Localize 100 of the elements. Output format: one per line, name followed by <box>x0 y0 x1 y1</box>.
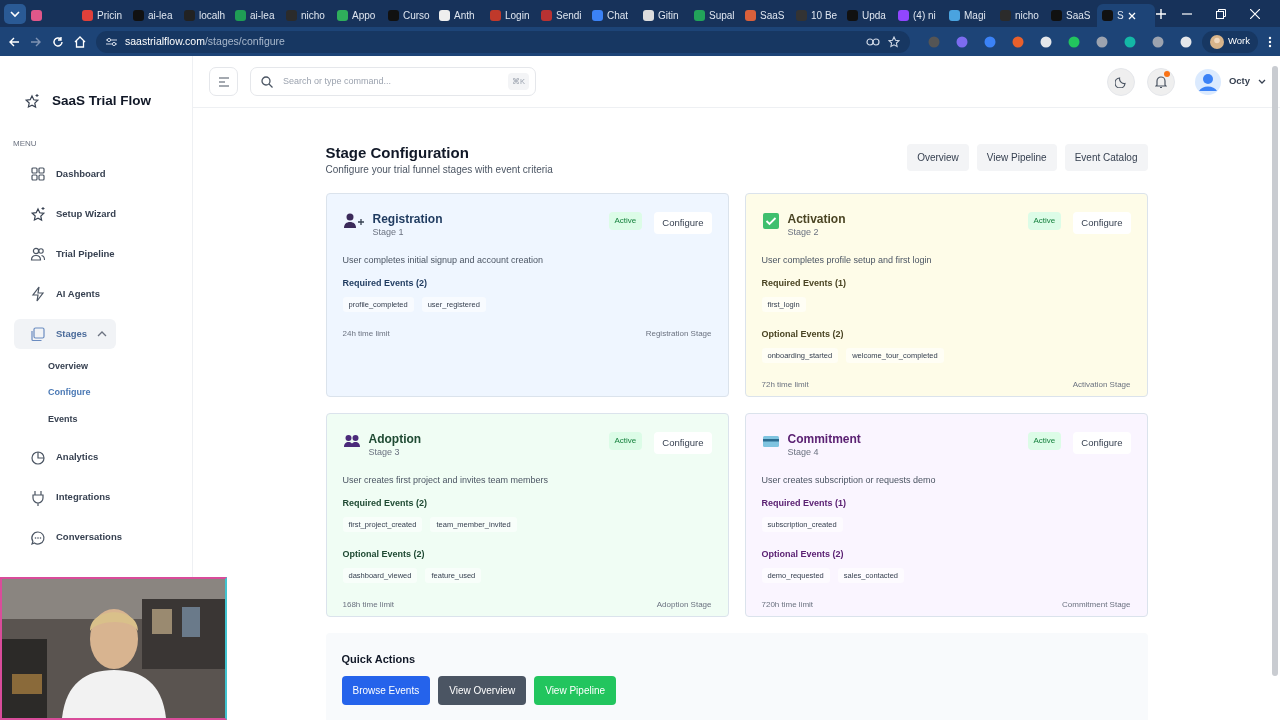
browser-tab[interactable]: nicho <box>281 4 332 27</box>
sidebar-item[interactable]: Analytics <box>14 442 116 473</box>
browser-tab[interactable]: Upda <box>842 4 893 27</box>
stage-number: Stage 2 <box>787 226 820 240</box>
search-icon <box>261 75 273 88</box>
page-subtitle: Configure your trial funnel stages with event criteria <box>325 163 553 177</box>
action-button[interactable]: View Overview <box>438 675 527 705</box>
browser-tab[interactable]: ai-lea <box>230 4 281 27</box>
close-icon[interactable] <box>1127 11 1136 20</box>
browser-tab[interactable]: Supal <box>689 4 740 27</box>
new-tab-icon[interactable] <box>1155 7 1167 20</box>
sidebar-subitem[interactable]: Events <box>0 406 192 433</box>
profile-button[interactable]: Work <box>1202 30 1258 53</box>
sidebar-item[interactable]: Conversations <box>14 522 130 553</box>
sidebar-item[interactable]: Dashboard <box>14 159 116 189</box>
sidebar-subitem[interactable]: Overview <box>0 353 192 380</box>
pie-chart-icon <box>30 449 46 466</box>
extension-icon[interactable] <box>1096 35 1108 48</box>
extension-icon[interactable] <box>1124 35 1136 48</box>
back-icon[interactable] <box>8 35 20 48</box>
nav-button[interactable]: View Pipeline <box>976 144 1057 171</box>
extension-icon[interactable] <box>1180 35 1192 48</box>
time-limit: 72h time limit <box>761 378 809 391</box>
events-label: Optional Events (2) <box>342 548 426 562</box>
close-icon[interactable] <box>1250 8 1260 19</box>
browser-tab[interactable]: 10 Be <box>791 4 842 27</box>
browser-tab[interactable]: Curso <box>383 4 434 27</box>
stage-description: User creates subscription or requests demo <box>761 473 937 487</box>
restore-icon[interactable] <box>1216 8 1226 19</box>
events-label: Optional Events (2) <box>761 548 845 562</box>
caret-icon <box>1258 79 1266 84</box>
events-label: Required Events (2) <box>342 497 429 511</box>
url-text: saastrialflow.com/stages/configure <box>125 33 285 49</box>
theme-toggle-button[interactable] <box>1106 67 1135 96</box>
search-input[interactable]: Search or type command... <box>281 73 500 90</box>
events-label: Required Events (2) <box>342 277 429 291</box>
nav-button[interactable]: Event Catalog <box>1064 144 1148 171</box>
sidebar-item[interactable]: Stages <box>14 319 116 349</box>
avatar-icon <box>1194 68 1221 95</box>
user-menu[interactable]: Octy <box>1194 68 1266 95</box>
reload-icon[interactable] <box>52 35 64 48</box>
extension-icon[interactable] <box>1152 35 1164 48</box>
browser-tab[interactable]: Pricin <box>77 4 128 27</box>
address-bar[interactable]: saastrialflow.com/stages/configure <box>96 30 910 53</box>
browser-tab[interactable]: Sendi <box>536 4 587 27</box>
sidebar-item[interactable]: Trial Pipeline <box>14 239 123 269</box>
people-icon <box>342 432 361 450</box>
configure-button[interactable]: Configure <box>1073 432 1131 455</box>
configure-button[interactable]: Configure <box>1073 212 1131 235</box>
browser-tab[interactable]: Anth <box>434 4 485 27</box>
nav-button[interactable]: Overview <box>907 144 969 171</box>
notifications-button[interactable] <box>1146 67 1175 96</box>
page-title: Stage Configuration <box>325 144 470 162</box>
sidebar-item[interactable]: AI Agents <box>14 279 116 309</box>
sidebar-item[interactable]: Setup Wizard <box>14 199 125 229</box>
browser-tab[interactable]: SaaS <box>1046 4 1097 27</box>
star-icon[interactable] <box>888 35 900 48</box>
status-badge: Active <box>1027 432 1062 450</box>
extension-icon[interactable] <box>1040 35 1052 48</box>
kebab-menu-icon[interactable] <box>1268 35 1272 48</box>
bell-icon <box>1154 75 1167 88</box>
forward-icon[interactable] <box>30 35 42 48</box>
stage-description: User completes profile setup and first login <box>761 253 933 267</box>
section-label: MENU <box>12 138 38 150</box>
app-title: SaaS Trial Flow <box>52 91 152 110</box>
scrollbar[interactable] <box>1272 66 1278 676</box>
stage-title: Activation <box>787 212 847 227</box>
person-plus-icon <box>342 212 365 230</box>
stage-label: Registration Stage <box>645 328 712 341</box>
configure-button[interactable]: Configure <box>654 212 712 235</box>
time-limit: 24h time limit <box>342 328 390 341</box>
key-icon[interactable] <box>866 36 880 47</box>
stage-description: User completes initial signup and account creation <box>342 253 545 267</box>
site-settings-icon[interactable] <box>106 36 117 47</box>
browser-tab[interactable]: Login <box>485 4 536 27</box>
extension-icon[interactable] <box>1068 35 1080 48</box>
browser-tab[interactable]: Appo <box>332 4 383 27</box>
moon-icon <box>1114 75 1127 88</box>
stage-label: Commitment Stage <box>1062 598 1131 611</box>
browser-tab[interactable]: S <box>1097 4 1155 27</box>
tab-search-icon[interactable] <box>4 3 26 24</box>
stage-label: Activation Stage <box>1072 378 1131 391</box>
status-badge: Active <box>608 212 643 230</box>
sidebar-item[interactable]: Integrations <box>14 482 119 513</box>
browser-tab[interactable]: Magi <box>944 4 995 27</box>
sidebar-subitem[interactable]: Configure <box>0 379 192 406</box>
browser-tab[interactable]: ai-lea <box>128 4 179 27</box>
home-icon[interactable] <box>74 35 86 48</box>
stage-number: Stage 3 <box>368 446 401 460</box>
browser-tab[interactable]: localh <box>179 4 230 27</box>
browser-tab[interactable]: Chat <box>587 4 638 27</box>
section-title: Quick Actions <box>341 652 417 667</box>
browser-tab[interactable]: (4) ni <box>893 4 944 27</box>
configure-button[interactable]: Configure <box>654 432 712 455</box>
stage-number: Stage 1 <box>372 226 405 240</box>
browser-tab[interactable]: nicho <box>995 4 1046 27</box>
action-button[interactable]: Browse Events <box>341 675 431 705</box>
browser-tab[interactable]: SaaS <box>740 4 791 27</box>
stage-title: Commitment <box>787 432 862 447</box>
browser-tab[interactable]: Gitin <box>638 4 689 27</box>
